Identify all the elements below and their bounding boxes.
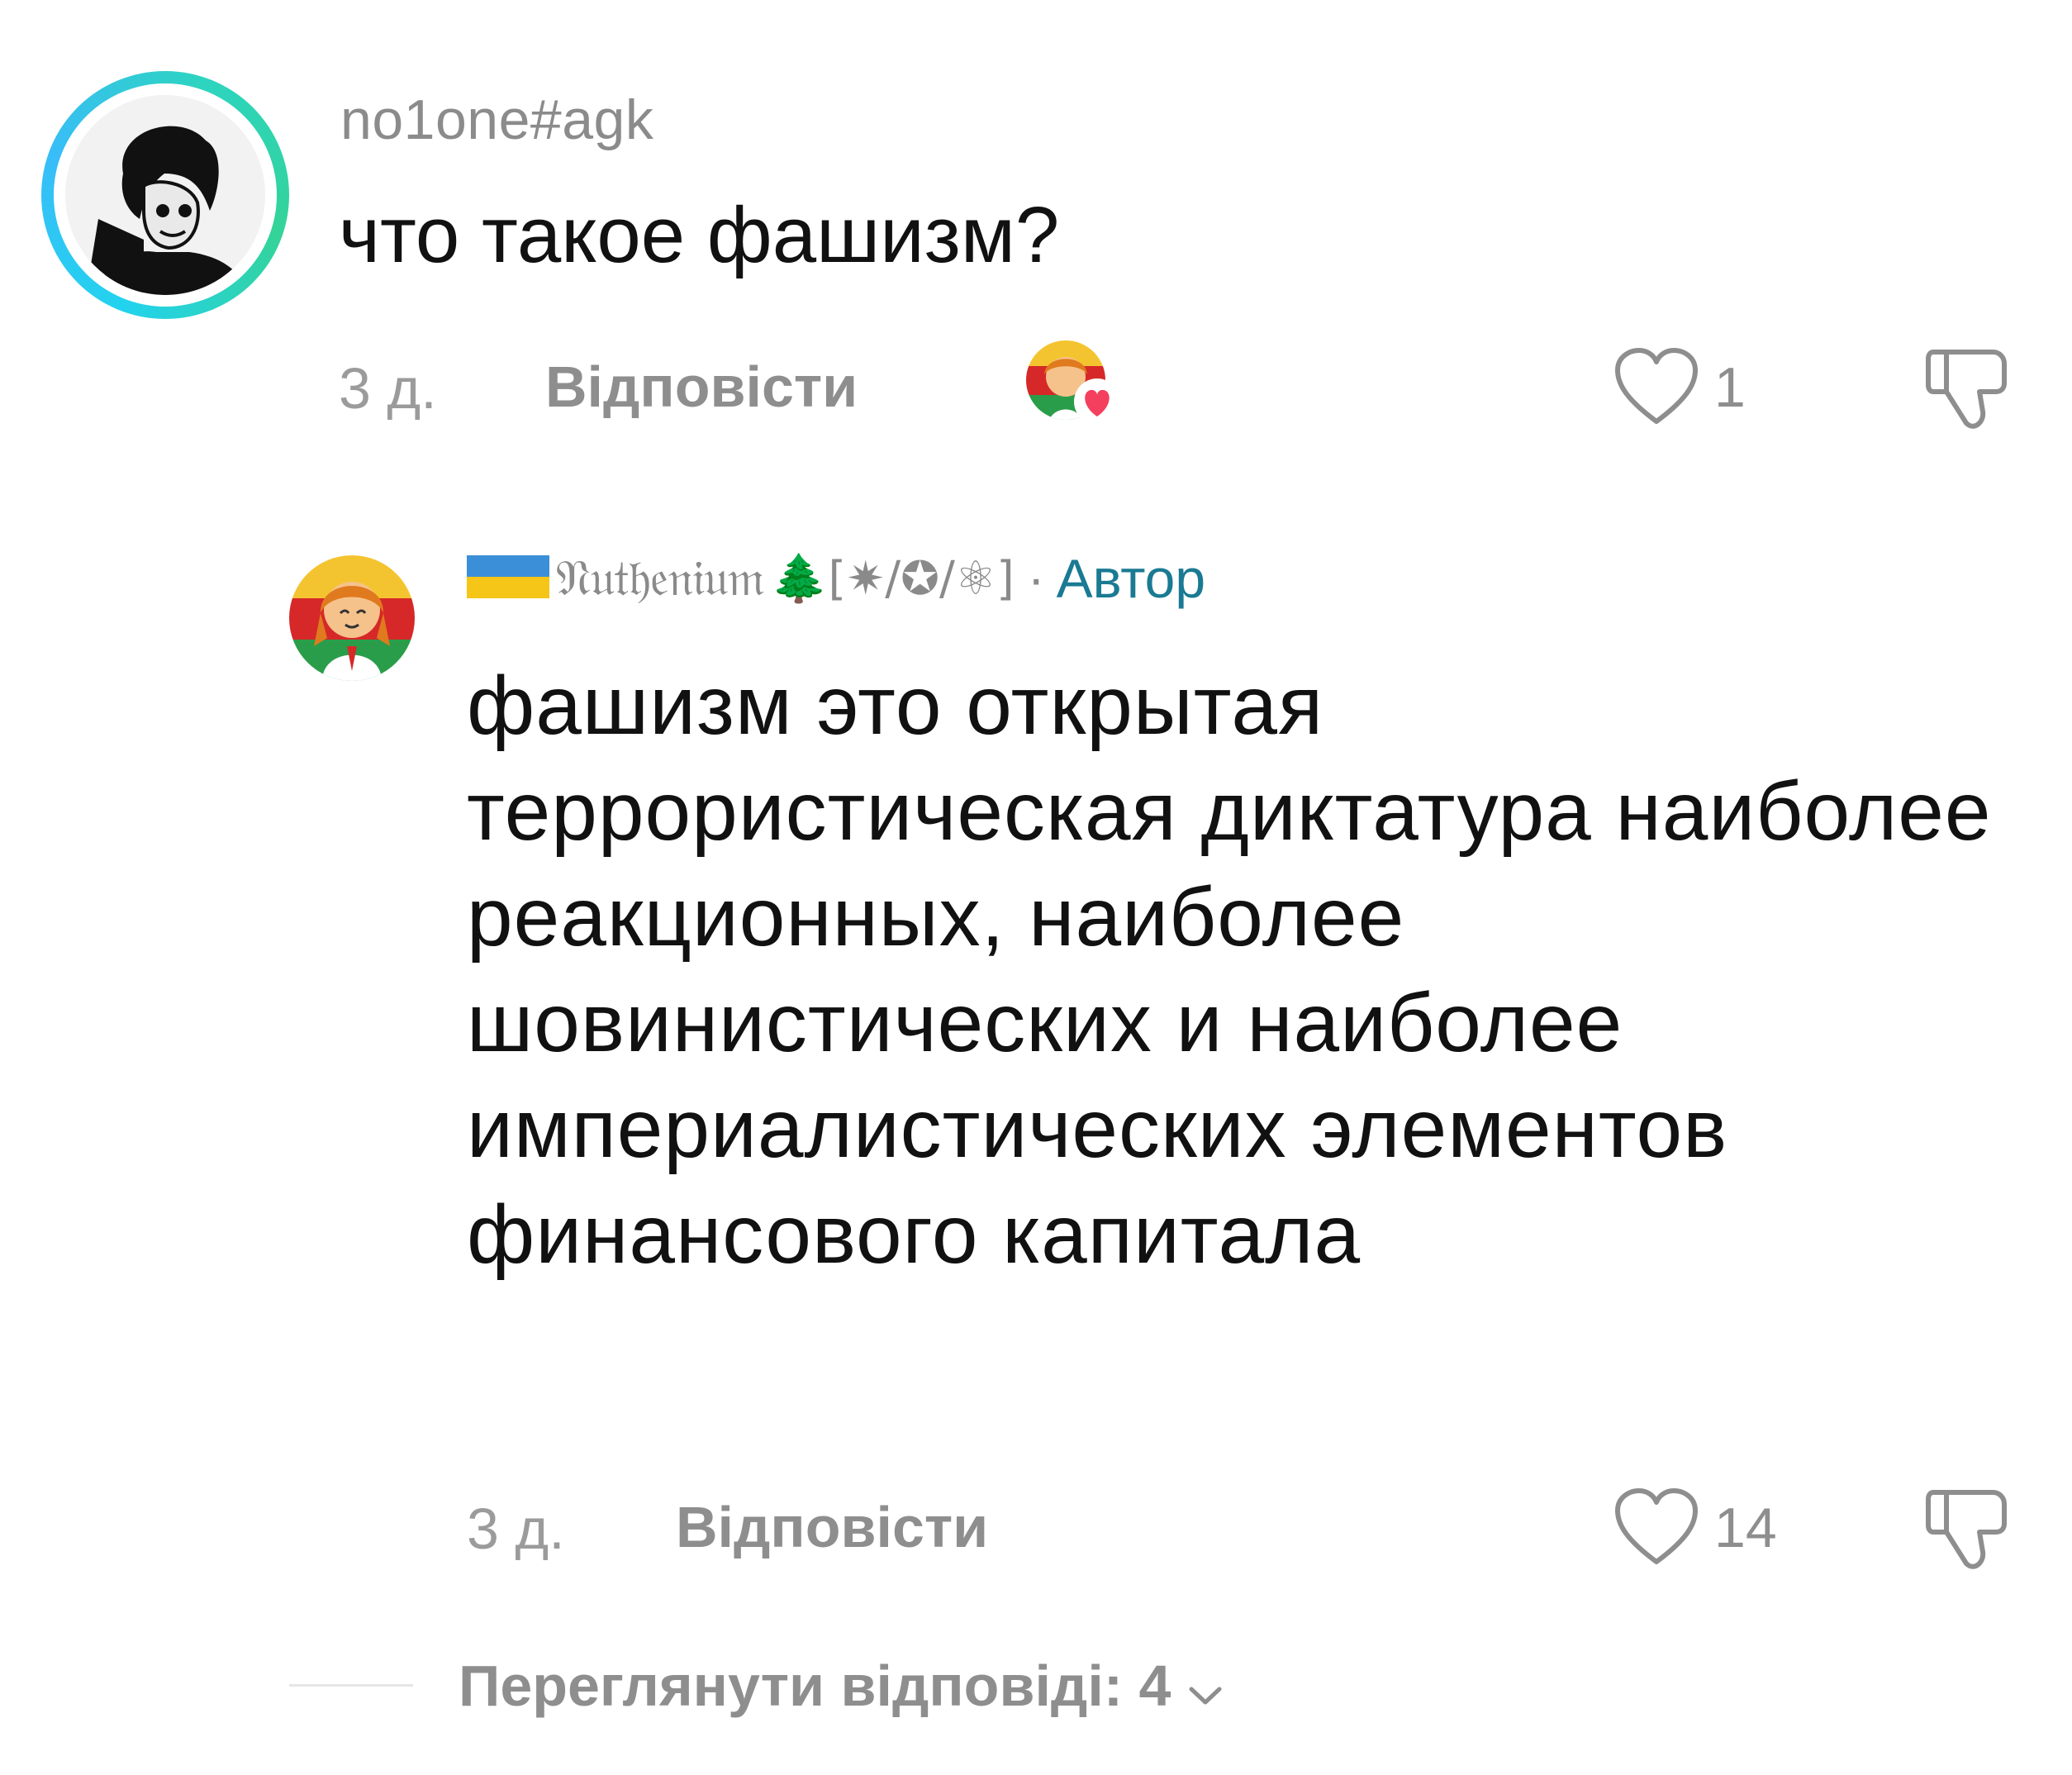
comment-username[interactable]: no1one#agk bbox=[340, 88, 653, 152]
heart-icon[interactable] bbox=[1611, 345, 1702, 428]
dislike-icon[interactable] bbox=[1922, 1486, 2014, 1578]
author-badges: 🌲[✷/✪/⚛] bbox=[770, 552, 1015, 606]
reply-button[interactable]: Відповісти bbox=[676, 1494, 988, 1560]
comment-username[interactable]: 𝔑𝔲𝔱𝔥𝔢𝔫𝔦𝔲𝔪 bbox=[556, 550, 765, 607]
avatar[interactable] bbox=[289, 555, 415, 681]
ukraine-flag-icon bbox=[467, 552, 549, 606]
comment-time: 3 д. bbox=[339, 356, 437, 421]
like-count: 1 bbox=[1714, 356, 1746, 419]
avatar-story-ring[interactable] bbox=[41, 71, 289, 319]
author-line: 𝔑𝔲𝔱𝔥𝔢𝔫𝔦𝔲𝔪 🌲[✷/✪/⚛] · Автор bbox=[467, 545, 1205, 611]
reply-button[interactable]: Відповісти bbox=[545, 354, 858, 420]
comment-time: 3 д. bbox=[467, 1497, 565, 1561]
comment-text: что такое фашизм? bbox=[339, 191, 1060, 279]
chevron-down-icon bbox=[1186, 1656, 1224, 1722]
comment-text: фашизм это открытая террористическая дик… bbox=[467, 659, 1992, 1281]
view-replies-label: Переглянути відповіді: 4 bbox=[459, 1654, 1171, 1718]
dislike-icon[interactable] bbox=[1922, 345, 2014, 438]
creator-liked-badge bbox=[1023, 337, 1124, 428]
divider bbox=[289, 1684, 413, 1687]
author-tag: Автор bbox=[1056, 548, 1206, 609]
separator-dot: · bbox=[1027, 550, 1045, 607]
like-count: 14 bbox=[1714, 1497, 1777, 1559]
avatar bbox=[65, 95, 265, 295]
heart-icon[interactable] bbox=[1611, 1486, 1702, 1568]
view-replies-button[interactable]: Переглянути відповіді: 4 bbox=[459, 1649, 1224, 1722]
